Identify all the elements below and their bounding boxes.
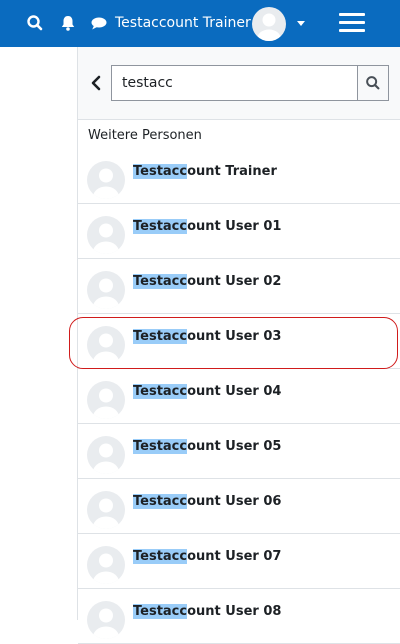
result-item[interactable]: Testaccount User 01 bbox=[78, 204, 400, 259]
avatar bbox=[87, 601, 125, 639]
result-item[interactable]: Testaccount User 05 bbox=[78, 424, 400, 479]
avatar bbox=[87, 436, 125, 474]
bell-icon[interactable] bbox=[58, 13, 78, 33]
avatar bbox=[87, 491, 125, 529]
result-name: Testaccount Trainer bbox=[133, 164, 277, 179]
result-name: Testaccount User 03 bbox=[133, 329, 282, 344]
user-name[interactable]: Testaccount Trainer bbox=[115, 13, 251, 33]
result-name: Testaccount User 04 bbox=[133, 384, 282, 399]
avatar bbox=[87, 381, 125, 419]
result-name: Testaccount User 01 bbox=[133, 219, 282, 234]
result-item[interactable]: Testaccount User 02 bbox=[78, 259, 400, 314]
result-name: Testaccount User 06 bbox=[133, 494, 282, 509]
search-icon bbox=[366, 76, 380, 90]
top-navbar: Testaccount Trainer bbox=[0, 0, 400, 47]
result-item[interactable]: Testaccount User 06 bbox=[78, 479, 400, 534]
caret-down-icon[interactable] bbox=[297, 21, 305, 26]
result-name: Testaccount User 05 bbox=[133, 439, 282, 454]
avatar bbox=[87, 271, 125, 309]
search-input[interactable] bbox=[111, 65, 357, 101]
result-item[interactable]: Testaccount Trainer bbox=[78, 149, 400, 204]
avatar bbox=[87, 326, 125, 364]
result-item[interactable]: Testaccount User 07 bbox=[78, 534, 400, 589]
search-submit-button[interactable] bbox=[357, 65, 389, 101]
result-list: Testaccount Trainer Testaccount User 01 … bbox=[78, 149, 400, 644]
result-item[interactable]: Testaccount User 08 bbox=[78, 589, 400, 644]
chevron-left-icon[interactable] bbox=[86, 71, 106, 95]
avatar bbox=[87, 216, 125, 254]
result-name: Testaccount User 02 bbox=[133, 274, 282, 289]
result-item[interactable]: Testaccount User 04 bbox=[78, 369, 400, 424]
avatar bbox=[87, 546, 125, 584]
search-icon[interactable] bbox=[25, 13, 45, 33]
result-item-selected[interactable]: Testaccount User 03 bbox=[78, 314, 400, 369]
hamburger-icon[interactable] bbox=[339, 12, 365, 34]
avatar bbox=[87, 161, 125, 199]
result-name: Testaccount User 07 bbox=[133, 549, 282, 564]
search-bar bbox=[78, 47, 400, 120]
user-avatar[interactable] bbox=[252, 7, 286, 41]
section-title: Weitere Personen bbox=[88, 128, 202, 143]
search-drawer: Weitere Personen Testaccount Trainer Tes… bbox=[77, 47, 400, 644]
result-name: Testaccount User 08 bbox=[133, 604, 282, 619]
chat-icon[interactable] bbox=[89, 13, 109, 33]
